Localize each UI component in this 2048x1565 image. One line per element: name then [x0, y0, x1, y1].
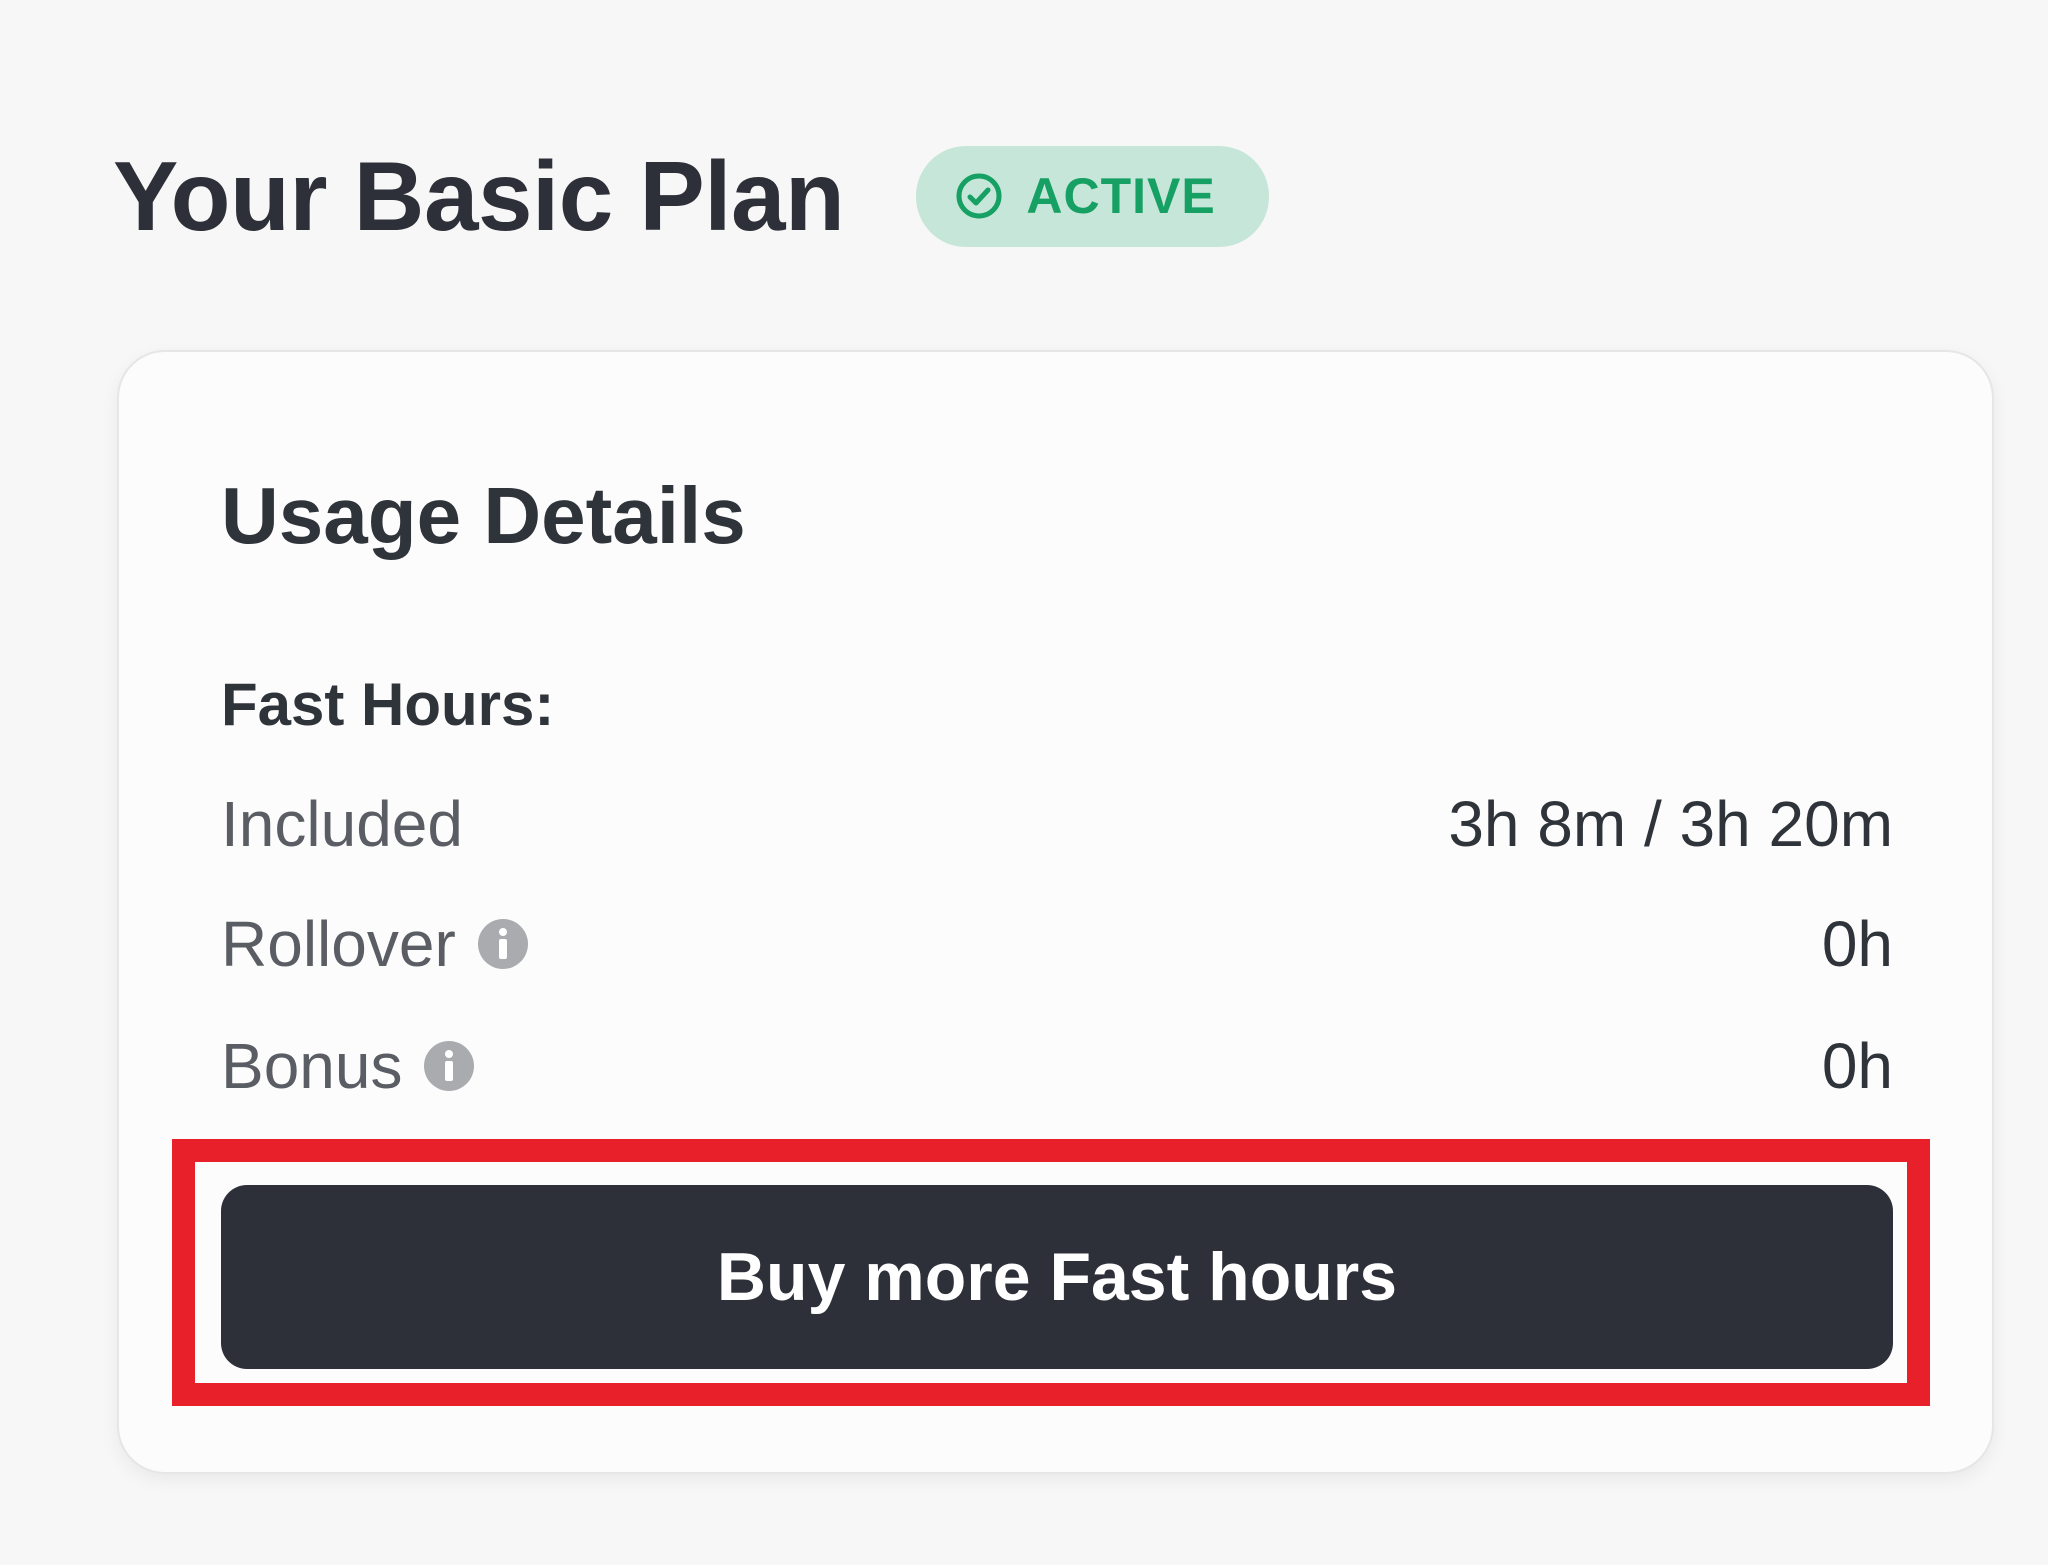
usage-row-rollover: Rollover 0h	[221, 904, 1893, 984]
page-title: Your Basic Plan	[113, 141, 845, 251]
status-badge-label: ACTIVE	[1026, 168, 1216, 224]
row-label-group: Bonus	[221, 1029, 476, 1103]
status-badge: ACTIVE	[916, 145, 1270, 247]
card-title: Usage Details	[221, 471, 746, 560]
plan-header: Your Basic Plan ACTIVE	[113, 138, 1270, 254]
rollover-value: 0h	[1821, 908, 1893, 980]
rollover-label: Rollover	[221, 908, 456, 980]
usage-row-bonus: Bonus 0h	[221, 1026, 1893, 1106]
fast-hours-label: Fast Hours:	[221, 671, 555, 738]
row-label-group: Included	[221, 787, 463, 861]
usage-details-card: Usage Details Fast Hours: Included 3h 8m…	[117, 350, 1994, 1474]
buy-more-fast-hours-button[interactable]: Buy more Fast hours	[221, 1185, 1893, 1369]
usage-row-included: Included 3h 8m / 3h 20m	[221, 784, 1893, 864]
rollover-info-icon[interactable]	[476, 917, 530, 971]
included-value: 3h 8m / 3h 20m	[1448, 788, 1893, 860]
bonus-label: Bonus	[221, 1030, 403, 1102]
included-label: Included	[221, 788, 463, 860]
bonus-value: 0h	[1821, 1030, 1893, 1102]
row-label-group: Rollover	[221, 907, 530, 981]
bonus-info-icon[interactable]	[422, 1039, 476, 1093]
check-circle-icon	[954, 171, 1004, 221]
